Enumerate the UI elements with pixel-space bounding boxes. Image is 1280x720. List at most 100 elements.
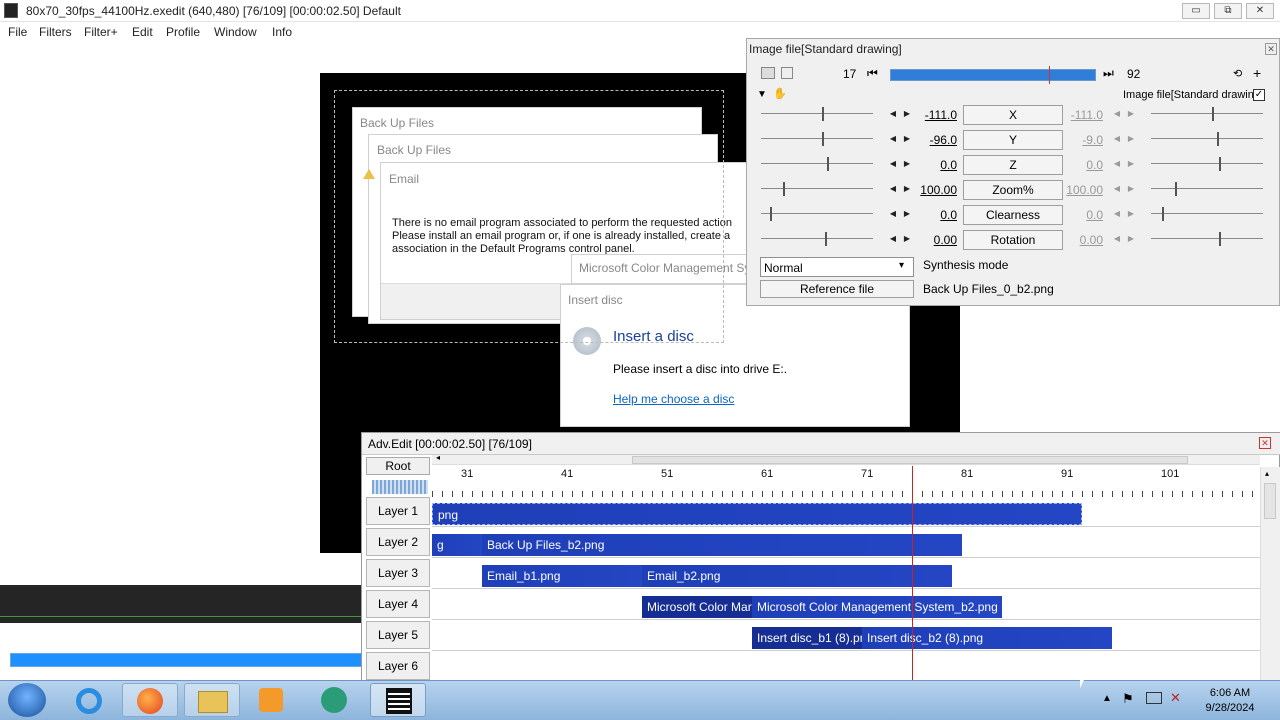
menu-file[interactable]: File	[8, 25, 27, 39]
object-selection-box[interactable]	[334, 90, 724, 343]
insert-help-link[interactable]: Help me choose a disc	[613, 392, 734, 406]
collapse-triangle-icon[interactable]: ▼	[757, 89, 767, 100]
decrease-arrow-icon[interactable]: ◀	[1111, 207, 1123, 221]
menu-filters[interactable]: Filters	[39, 25, 72, 39]
track-name-button[interactable]: Rotation	[963, 230, 1063, 250]
slider-thumb[interactable]	[783, 182, 785, 196]
browser-icon[interactable]	[306, 683, 362, 717]
object-enabled-checkbox[interactable]: ✓	[1253, 89, 1265, 101]
add-filter-icon[interactable]: +	[1253, 65, 1261, 81]
decrease-arrow-icon[interactable]: ◀	[1111, 182, 1123, 196]
slider-thumb[interactable]	[821, 107, 824, 121]
start-orb-icon[interactable]	[8, 683, 46, 717]
blend-mode-select[interactable]: Normal ▾	[760, 257, 914, 277]
network-icon[interactable]	[1146, 692, 1162, 704]
end-value[interactable]: 0.0	[1053, 158, 1103, 172]
end-slider[interactable]	[1151, 182, 1263, 196]
frame-icon[interactable]	[781, 67, 793, 79]
timeline-clip[interactable]: Microsoft Color Mar	[642, 596, 752, 618]
slider-thumb[interactable]	[1175, 182, 1178, 196]
track-name-button[interactable]: X	[963, 105, 1063, 125]
start-slider[interactable]	[761, 132, 873, 146]
slider-thumb[interactable]	[821, 132, 824, 146]
decrease-arrow-icon[interactable]: ◀	[887, 157, 899, 171]
tray-clock[interactable]: 6:06 AM 9/28/2024	[1198, 686, 1262, 716]
slider-thumb[interactable]	[769, 207, 772, 221]
increase-arrow-icon[interactable]: ▶	[1125, 182, 1137, 196]
timeline-clip[interactable]: Back Up Files_b2.png	[482, 534, 962, 556]
increase-arrow-icon[interactable]: ▶	[1125, 157, 1137, 171]
decrease-arrow-icon[interactable]: ◀	[887, 132, 899, 146]
increase-arrow-icon[interactable]: ▶	[1125, 107, 1137, 121]
slider-thumb[interactable]	[824, 232, 827, 246]
action-center-flag-icon[interactable]: ⚑	[1122, 691, 1134, 707]
end-value[interactable]: 0.00	[1053, 233, 1103, 247]
start-slider[interactable]	[761, 232, 873, 246]
decrease-arrow-icon[interactable]: ◀	[1111, 107, 1123, 121]
increase-arrow-icon[interactable]: ▶	[1125, 207, 1137, 221]
end-slider[interactable]	[1151, 232, 1263, 246]
horizontal-scrollbar[interactable]: ◂	[432, 453, 1260, 465]
tray-expand-icon[interactable]: ▲	[1102, 693, 1112, 704]
internet-explorer-icon[interactable]	[62, 683, 118, 717]
timeline-clip[interactable]: Email_b2.png	[642, 565, 952, 587]
menu-filter-plus[interactable]: Filter+	[84, 25, 118, 39]
timeline-close-icon[interactable]: ✕	[1259, 437, 1271, 449]
start-value[interactable]: 0.0	[907, 208, 957, 222]
slider-thumb[interactable]	[1211, 107, 1214, 121]
start-value[interactable]: 0.0	[907, 158, 957, 172]
timeline-clip[interactable]: png	[432, 503, 1082, 525]
slider-thumb[interactable]	[1217, 132, 1219, 146]
timeline-clip[interactable]: Insert disc_b1 (8).pn	[752, 627, 862, 649]
decrease-arrow-icon[interactable]: ◀	[887, 232, 899, 246]
timeline-clip[interactable]: g	[432, 534, 482, 556]
track-name-button[interactable]: Z	[963, 155, 1063, 175]
media-player-icon[interactable]	[244, 683, 300, 717]
menu-edit[interactable]: Edit	[132, 25, 153, 39]
scroll-up-icon[interactable]: ▴	[1265, 469, 1269, 478]
end-value[interactable]: 0.0	[1053, 208, 1103, 222]
track-name-button[interactable]: Y	[963, 130, 1063, 150]
end-value[interactable]: -111.0	[1053, 108, 1103, 122]
layer-label[interactable]: Layer 2	[366, 528, 430, 556]
slider-thumb[interactable]	[1219, 232, 1222, 246]
playhead-cursor[interactable]	[912, 466, 913, 680]
properties-close-icon[interactable]: ✕	[1265, 43, 1277, 55]
frame-slider[interactable]	[890, 66, 1096, 84]
start-value[interactable]: -111.0	[907, 108, 957, 122]
maximize-button[interactable]: ⧉	[1214, 3, 1242, 19]
decrease-arrow-icon[interactable]: ◀	[887, 182, 899, 196]
scroll-thumb[interactable]	[632, 456, 1188, 464]
decrease-arrow-icon[interactable]: ◀	[1111, 232, 1123, 246]
zoom-slider[interactable]	[372, 480, 428, 494]
end-slider[interactable]	[1151, 107, 1263, 121]
camera-icon[interactable]	[761, 67, 775, 79]
end-slider[interactable]	[1151, 207, 1263, 221]
link-icon[interactable]: ⟲	[1233, 67, 1242, 80]
layer-label[interactable]: Layer 1	[366, 497, 430, 525]
file-explorer-icon[interactable]	[184, 683, 240, 717]
slider-thumb[interactable]	[1219, 157, 1222, 171]
root-button[interactable]: Root	[366, 457, 430, 475]
layer-label[interactable]: Layer 4	[366, 590, 430, 618]
timeline-clip[interactable]: Insert disc_b2 (8).png	[862, 627, 1112, 649]
close-button[interactable]: ✕	[1246, 3, 1274, 19]
aviutl-icon[interactable]	[370, 683, 426, 717]
start-slider[interactable]	[761, 157, 873, 171]
minimize-button[interactable]: ▭	[1182, 3, 1210, 19]
decrease-arrow-icon[interactable]: ◀	[1111, 132, 1123, 146]
rewind-icon[interactable]: ⏮	[867, 66, 878, 81]
start-value[interactable]: 100.00	[907, 183, 957, 197]
track-name-button[interactable]: Zoom%	[963, 180, 1063, 200]
start-slider[interactable]	[761, 107, 873, 121]
start-value[interactable]: -96.0	[907, 133, 957, 147]
end-value[interactable]: -9.0	[1053, 133, 1103, 147]
start-slider[interactable]	[761, 182, 873, 196]
end-slider[interactable]	[1151, 157, 1263, 171]
layer-label[interactable]: Layer 6	[366, 652, 430, 680]
decrease-arrow-icon[interactable]: ◀	[1111, 157, 1123, 171]
increase-arrow-icon[interactable]: ▶	[1125, 132, 1137, 146]
decrease-arrow-icon[interactable]: ◀	[887, 107, 899, 121]
scroll-vthumb[interactable]	[1264, 483, 1276, 519]
end-slider[interactable]	[1151, 132, 1263, 146]
